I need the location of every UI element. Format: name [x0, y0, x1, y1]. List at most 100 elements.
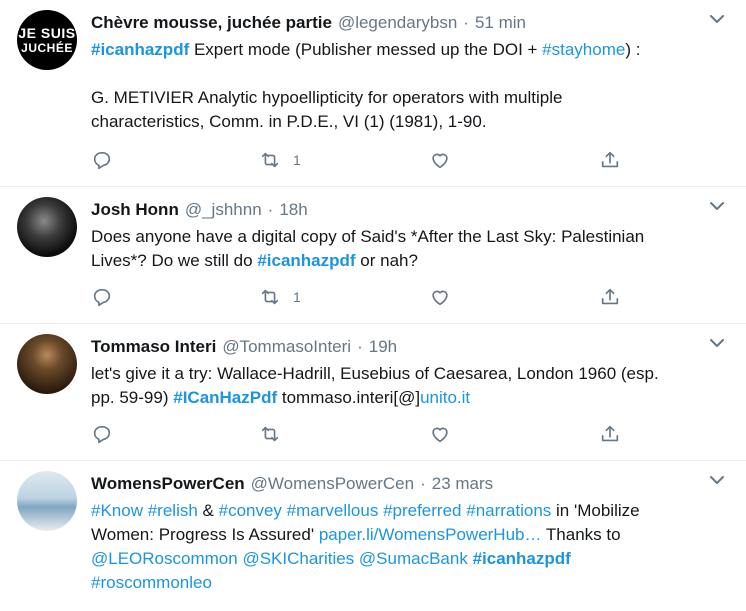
inline-link[interactable]: #stayhome: [542, 40, 625, 59]
inline-link[interactable]: #relish: [148, 501, 198, 520]
tweet-text-segment: pp. 59-99): [91, 388, 174, 407]
hashtag-link[interactable]: #icanhazpdf: [91, 40, 189, 59]
retweet-icon: [261, 426, 279, 442]
tweet-time[interactable]: 23 mars: [432, 471, 493, 497]
tweet-text-line: [91, 62, 732, 86]
separator-dot: ·: [420, 474, 426, 493]
author-handle[interactable]: @TommasoInteri: [222, 334, 351, 360]
reply-button[interactable]: [91, 422, 113, 446]
author-name[interactable]: Chèvre mousse, juchée partie: [91, 10, 332, 36]
retweet-button[interactable]: [259, 422, 281, 446]
tweet-text-line: G. METIVIER Analytic hypoellipticity for…: [91, 86, 732, 110]
tweet-text-line: pp. 59-99) #ICanHazPdf tommaso.interi[@]…: [91, 386, 732, 410]
author-name[interactable]: Tommaso Interi: [91, 334, 216, 360]
separator-dot: ·: [463, 13, 469, 32]
share-button[interactable]: [599, 285, 621, 309]
tweet-text-segment: ) :: [625, 40, 641, 59]
tweet-text-line: let's give it a try: Wallace-Hadrill, Eu…: [91, 362, 732, 386]
like-button[interactable]: [429, 422, 451, 446]
author-name[interactable]: Josh Honn: [91, 197, 179, 223]
inline-link[interactable]: paper.li/WomensPowerHub…: [319, 525, 542, 544]
tweet-text-segment: characteristics, Comm. in P.D.E., VI (1)…: [91, 112, 487, 131]
chevron-down-icon[interactable]: [710, 475, 724, 485]
inline-link[interactable]: #Know: [91, 501, 143, 520]
hashtag-link[interactable]: #icanhazpdf: [257, 251, 355, 270]
tweet-text-line: #roscommonleo: [91, 571, 732, 595]
tweet-text-segment: &: [197, 501, 219, 520]
avatar[interactable]: [17, 197, 77, 257]
tweet-actions: [91, 422, 631, 446]
avatar-text-line: JE SUIS: [18, 25, 76, 41]
avatar[interactable]: JE SUIS JUCHÉE: [17, 10, 77, 70]
tweet-text-line: #icanhazpdf Expert mode (Publisher messe…: [91, 38, 732, 62]
tweet-text-segment: Thanks to: [541, 525, 621, 544]
inline-link[interactable]: #marvellous: [287, 501, 379, 520]
tweet-text-segment: Does anyone have a digital copy of Said'…: [91, 227, 645, 246]
avatar-text-line: JUCHÉE: [21, 41, 73, 55]
tweet-text-segment: let's give it a try: Wallace-Hadrill, Eu…: [91, 364, 659, 383]
like-button[interactable]: [429, 148, 451, 172]
reply-button[interactable]: [91, 148, 113, 172]
tweet-text-segment: Lives*? Do we still do: [91, 251, 258, 270]
inline-link[interactable]: unito.it: [420, 388, 470, 407]
separator-dot: ·: [267, 200, 274, 219]
heart-icon: [432, 153, 448, 169]
inline-link[interactable]: #narrations: [466, 501, 551, 520]
tweet-text-line: characteristics, Comm. in P.D.E., VI (1)…: [91, 110, 732, 134]
inline-link[interactable]: @SumacBank: [359, 549, 468, 568]
tweet-text-line: Lives*? Do we still do #icanhazpdf or na…: [91, 249, 732, 273]
heart-icon: [432, 427, 448, 443]
author-handle[interactable]: @legendarybsn: [338, 10, 457, 36]
tweet-text-segment: tommaso.interi[@]: [277, 388, 421, 407]
tweet-time[interactable]: 18h: [279, 197, 307, 223]
reply-icon: [93, 426, 111, 444]
tweet[interactable]: WomensPowerCen @WomensPowerCen · 23 mars…: [0, 461, 746, 611]
hashtag-link[interactable]: #ICanHazPdf: [173, 388, 277, 407]
separator-dot: ·: [357, 337, 363, 356]
tweet-text-line: Women: Progress Is Assured' paper.li/Wom…: [91, 523, 732, 547]
tweet-header: Chèvre mousse, juchée partie @legendaryb…: [91, 10, 732, 36]
avatar[interactable]: [17, 471, 77, 531]
inline-link[interactable]: @LEORoscommon: [91, 549, 238, 568]
chevron-down-icon[interactable]: [710, 338, 724, 348]
author-handle[interactable]: @WomensPowerCen: [251, 471, 414, 497]
tweet-text-segment: or nah?: [355, 251, 418, 270]
inline-link[interactable]: #roscommonleo: [91, 573, 212, 592]
tweet-time[interactable]: 19h: [369, 334, 397, 360]
like-button[interactable]: [429, 285, 451, 309]
tweet-text: Does anyone have a digital copy of Said'…: [91, 225, 732, 273]
avatar[interactable]: [17, 334, 77, 394]
tweet-text: #icanhazpdf Expert mode (Publisher messe…: [91, 38, 732, 134]
share-icon: [601, 288, 619, 305]
inline-link[interactable]: @SKICharities: [242, 549, 354, 568]
tweet-text-line: #Know #relish & #convey #marvellous #pre…: [91, 499, 732, 523]
retweet-button[interactable]: 1: [259, 285, 301, 309]
tweet-feed: JE SUIS JUCHÉE Chèvre mousse, juchée par…: [0, 0, 746, 611]
hashtag-link[interactable]: #icanhazpdf: [473, 549, 571, 568]
tweet-actions: 1: [91, 148, 631, 172]
author-name[interactable]: WomensPowerCen: [91, 471, 245, 497]
author-handle[interactable]: @_jshhnn: [185, 197, 262, 223]
tweet-text-segment: Women: Progress Is Assured': [91, 525, 319, 544]
inline-link[interactable]: #preferred: [383, 501, 461, 520]
tweet-text-segment: in 'Mobilize: [551, 501, 640, 520]
retweet-count: 1: [293, 152, 301, 168]
retweet-button[interactable]: 1: [259, 148, 301, 172]
chevron-down-icon[interactable]: [710, 201, 724, 211]
tweet[interactable]: Tommaso Interi @TommasoInteri · 19h let'…: [0, 324, 746, 461]
tweet[interactable]: JE SUIS JUCHÉE Chèvre mousse, juchée par…: [0, 0, 746, 187]
chevron-down-icon[interactable]: [710, 14, 724, 24]
reply-icon: [93, 289, 111, 307]
reply-button[interactable]: [91, 285, 113, 309]
tweet-text: #Know #relish & #convey #marvellous #pre…: [91, 499, 732, 595]
inline-link[interactable]: #convey: [219, 501, 282, 520]
share-button[interactable]: [599, 148, 621, 172]
reply-icon: [93, 152, 111, 170]
share-button[interactable]: [599, 422, 621, 446]
tweet-header: WomensPowerCen @WomensPowerCen · 23 mars: [91, 471, 732, 497]
tweet[interactable]: Josh Honn @_jshhnn · 18h Does anyone hav…: [0, 187, 746, 324]
tweet-actions: 1: [91, 285, 631, 309]
tweet-time[interactable]: 51 min: [475, 10, 526, 36]
share-icon: [601, 151, 619, 168]
tweet-header: Josh Honn @_jshhnn · 18h: [91, 197, 732, 223]
